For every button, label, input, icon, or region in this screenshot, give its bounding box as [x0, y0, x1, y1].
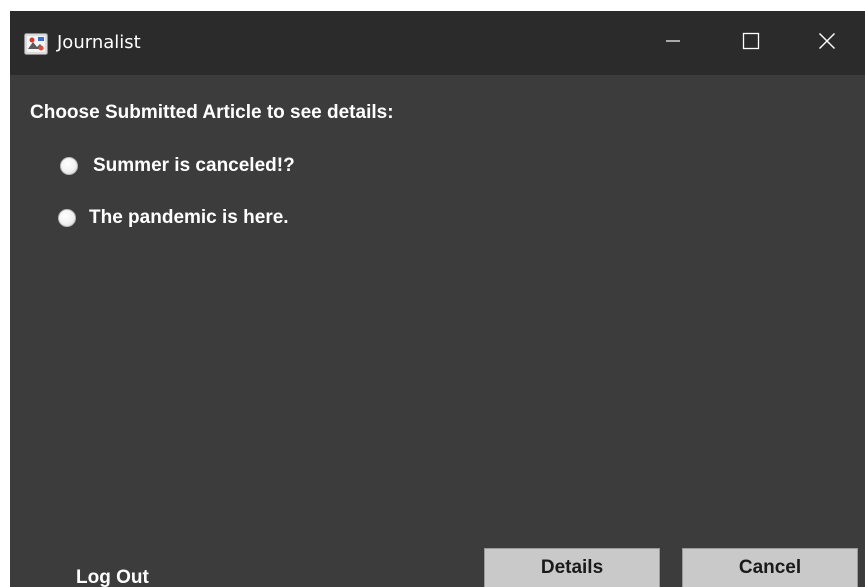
details-button[interactable]: Details	[484, 548, 660, 587]
article-option-label[interactable]: Summer is canceled!?	[93, 155, 295, 177]
window-title: Journalist	[57, 32, 141, 53]
cancel-button[interactable]: Cancel	[682, 548, 858, 587]
radio-button-icon[interactable]	[58, 209, 76, 227]
close-button[interactable]	[789, 11, 865, 75]
journalist-window: Journalist Choose Submitted Article to s…	[10, 11, 865, 587]
choose-article-prompt: Choose Submitted Article to see details:	[30, 102, 394, 123]
journalist-app-icon	[24, 33, 48, 55]
article-option-pandemic[interactable]: The pandemic is here.	[58, 207, 289, 229]
maximize-button[interactable]	[713, 11, 789, 75]
minimize-button[interactable]	[635, 11, 711, 75]
close-icon	[818, 32, 836, 55]
radio-button-icon[interactable]	[60, 157, 78, 175]
content-panel: Choose Submitted Article to see details:…	[10, 75, 865, 587]
article-option-summer[interactable]: Summer is canceled!?	[60, 155, 295, 177]
minimize-icon	[665, 33, 681, 54]
title-bar[interactable]: Journalist	[10, 11, 865, 75]
maximize-icon	[742, 32, 760, 55]
article-option-label[interactable]: The pandemic is here.	[89, 207, 289, 229]
log-out-button[interactable]: Log Out	[76, 567, 149, 587]
